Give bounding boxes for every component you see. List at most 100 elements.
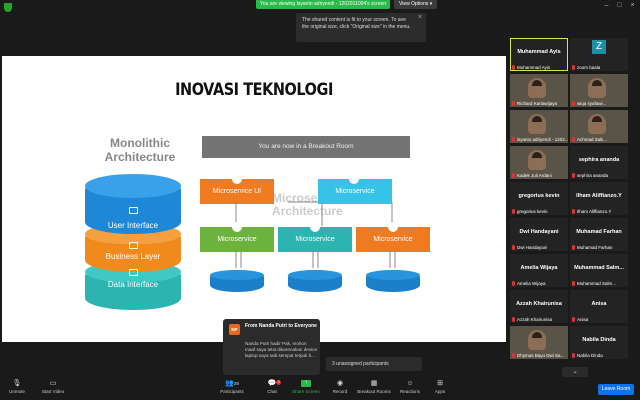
service-icon xyxy=(310,222,320,232)
muted-mic-icon xyxy=(512,209,515,214)
share-screen-icon: ↑ xyxy=(301,380,311,387)
participant-name: Achmad Zaki... xyxy=(577,137,608,142)
start-video-button[interactable]: ▭ Start Video xyxy=(34,380,72,394)
participant-tile[interactable]: isyanto adriyendi - 1202... xyxy=(510,110,568,143)
muted-mic-icon xyxy=(512,281,515,286)
muted-mic-icon xyxy=(572,209,575,214)
participants-button[interactable]: 👥29 Participants xyxy=(212,380,252,394)
chevron-down-icon[interactable]: ⌄ xyxy=(562,367,588,377)
participant-video-feed xyxy=(528,114,546,134)
participant-tile[interactable]: Kadek Juli Ardani xyxy=(510,146,568,179)
participant-name: Richard Kartawijaya xyxy=(517,101,558,106)
participant-name: Kadek Juli Ardani xyxy=(517,173,552,178)
muted-mic-icon xyxy=(572,353,575,358)
muted-mic-icon xyxy=(572,317,575,322)
view-options-label: View Options xyxy=(399,1,429,7)
unmute-label: Unmute xyxy=(9,389,25,394)
participant-display-name: Dwi Handayani xyxy=(519,229,559,235)
service-icon xyxy=(349,174,359,184)
minimize-icon[interactable]: – xyxy=(603,2,610,9)
apps-icon: ⊞ xyxy=(437,380,443,387)
participant-tile[interactable]: Dwi Handayani Dwi Handayani xyxy=(510,218,568,251)
participant-tile[interactable]: sephira ananda sephira ananda xyxy=(570,146,628,179)
muted-mic-icon xyxy=(512,173,515,178)
participant-display-name: Anisa xyxy=(591,301,607,307)
window-controls: – □ × xyxy=(603,2,636,9)
participants-count: 29 xyxy=(233,381,239,386)
muted-mic-icon xyxy=(512,353,515,358)
maximize-icon[interactable]: □ xyxy=(616,2,623,9)
participant-display-name: Muhammad Salm... xyxy=(574,265,624,271)
muted-mic-icon xyxy=(512,137,515,142)
participant-name: sephira ananda xyxy=(577,173,609,178)
chat-message: Nanda Putri hadir Pak, mohon maaf saya t… xyxy=(245,341,318,358)
muted-mic-icon xyxy=(512,65,515,70)
participant-tile[interactable]: gregorius kevin gregorius kevin xyxy=(510,182,568,215)
muted-mic-icon xyxy=(512,317,515,322)
microphone-muted-icon: 🎙 xyxy=(12,380,22,387)
participant-tile[interactable]: Muhamad Farhan Muhamad Farhan xyxy=(570,218,628,251)
participant-tile[interactable]: Amelia Wijaya Amelia Wijaya xyxy=(510,254,568,287)
participant-display-name: Ilham Aliffianzo.Y xyxy=(576,193,622,199)
muted-mic-icon xyxy=(512,101,515,106)
participant-tile[interactable]: Richard Kartawijaya xyxy=(510,74,568,107)
close-icon[interactable]: × xyxy=(418,14,422,22)
database-cylinder-3 xyxy=(366,270,420,292)
participant-tile[interactable]: Muhammad Salm... Muhammad Salm... xyxy=(570,254,628,287)
microservice-label-3: Microservice xyxy=(373,236,413,243)
muted-mic-icon xyxy=(572,281,575,286)
tooltip-text: The shared content is fit to your screen… xyxy=(302,17,411,30)
avatar: NP xyxy=(229,324,240,335)
leave-room-button[interactable]: Leave Room xyxy=(598,384,634,395)
breakout-rooms-button[interactable]: ▦ Breakout Rooms xyxy=(354,380,394,394)
participant-video-feed xyxy=(588,78,606,98)
database-cylinder-1 xyxy=(210,270,264,292)
participant-tile[interactable]: Nabila Dinda Nabila Dinda xyxy=(570,326,628,359)
participant-tile[interactable]: Zzoom baala xyxy=(570,38,628,71)
chat-notification[interactable]: NP From Nanda Putri to Everyone Nanda Pu… xyxy=(223,319,320,375)
service-icon xyxy=(388,222,398,232)
muted-mic-icon xyxy=(512,245,515,250)
muted-mic-icon xyxy=(572,65,575,70)
unassigned-participants-button[interactable]: 3 unassigned participants xyxy=(326,357,422,371)
participant-name: Amelia Wijaya xyxy=(517,281,546,286)
start-video-label: Start Video xyxy=(41,389,65,394)
participant-display-name: Amelia Wijaya xyxy=(520,265,558,271)
unmute-button[interactable]: 🎙 Unmute xyxy=(0,380,34,394)
participants-label: Participants xyxy=(220,389,244,394)
participant-tile[interactable]: Dhymas Bayu Dwi Sa... xyxy=(510,326,568,359)
microservice-ui-label: Microservice UI xyxy=(212,188,262,195)
breakout-room-overlay: You are now in a Breakout Room xyxy=(202,136,410,158)
microservice-label-2: Microservice xyxy=(295,236,335,243)
apps-label: Apps xyxy=(434,389,446,394)
reactions-icon: ☺ xyxy=(406,380,414,387)
muted-mic-icon xyxy=(572,101,575,106)
participant-display-name: Muhamad Farhan xyxy=(576,229,622,235)
muted-mic-icon xyxy=(572,245,575,250)
participant-display-name: Azzah Khairunisa xyxy=(516,301,562,307)
participant-tile[interactable]: Achmad Zaki... xyxy=(570,110,628,143)
security-shield-icon[interactable] xyxy=(4,3,12,12)
database-cylinder-2 xyxy=(288,270,342,292)
participant-name: Nabila Dinda xyxy=(577,353,603,358)
participant-name: Muhamad Farhan xyxy=(577,245,613,250)
participant-name: zoom baala xyxy=(577,65,601,70)
shared-screen-slide: INOVASI TEKNOLOGI Monolithic Architectur… xyxy=(2,56,506,342)
participant-name: Dwi Handayani xyxy=(517,245,548,250)
participant-tile[interactable]: Muhammad Ayis Muhammad Ayis xyxy=(510,38,568,71)
participant-name: wiqa syafawi... xyxy=(577,101,607,106)
participant-tile[interactable]: Ilham Aliffianzo.Y Ilham Aliffianzo.Y xyxy=(570,182,628,215)
zoom-avatar: Z xyxy=(592,40,606,54)
participant-name: Azzah Khairunisa xyxy=(517,317,553,322)
participant-tile[interactable]: wiqa syafawi... xyxy=(570,74,628,107)
chat-badge: 3 xyxy=(276,380,281,385)
participant-tile[interactable]: Azzah Khairunisa Azzah Khairunisa xyxy=(510,290,568,323)
muted-mic-icon xyxy=(572,137,575,142)
view-options-button[interactable]: View Options ▾ xyxy=(394,0,438,9)
participant-tile[interactable]: Anisa Anisa xyxy=(570,290,628,323)
video-off-icon: ▭ xyxy=(49,380,57,387)
microservice-top-label: Microservice xyxy=(335,188,375,195)
apps-button[interactable]: ⊞ Apps xyxy=(420,380,460,394)
breakout-rooms-icon: ▦ xyxy=(370,380,378,387)
close-window-icon[interactable]: × xyxy=(629,2,636,9)
